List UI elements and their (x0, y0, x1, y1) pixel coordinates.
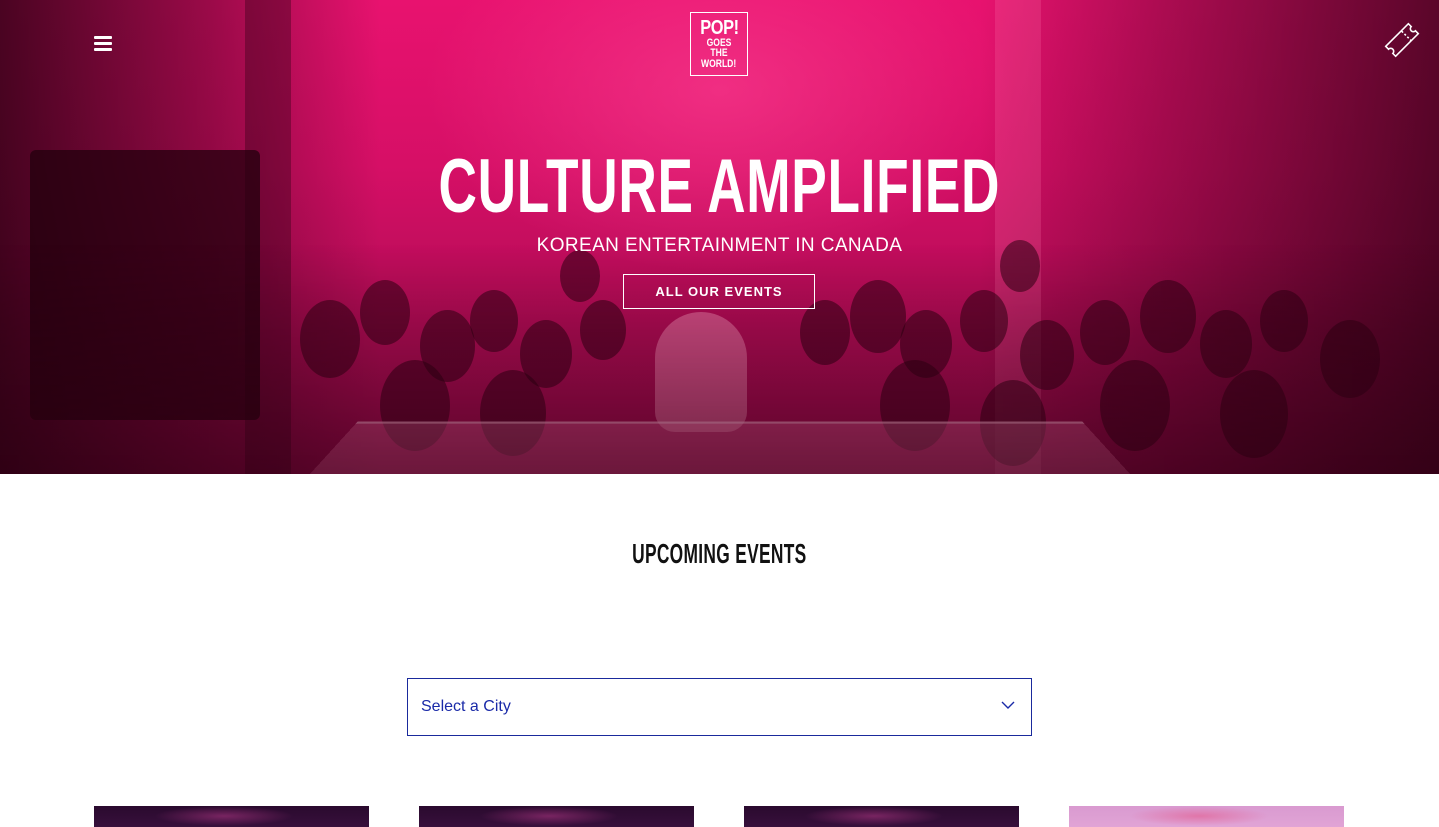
chevron-down-icon (1001, 701, 1015, 709)
logo-text-line2: GOES THE (706, 36, 732, 60)
event-card-image (154, 806, 294, 826)
event-card[interactable] (744, 806, 1019, 827)
all-events-button[interactable]: ALL OUR EVENTS (623, 274, 815, 309)
logo-text-line1: POP! (699, 16, 739, 39)
event-card-image (804, 806, 944, 826)
hamburger-menu-icon[interactable] (94, 36, 112, 51)
ticket-icon[interactable] (1380, 18, 1424, 62)
event-card-image (479, 806, 619, 826)
city-select-dropdown[interactable]: Select a City (407, 678, 1032, 736)
upcoming-events-title: UPCOMING EVENTS (632, 538, 807, 569)
city-select-value: Select a City (421, 698, 511, 715)
event-card-image (1129, 806, 1269, 826)
logo-text-line3: WORLD! (701, 57, 737, 70)
event-card[interactable] (94, 806, 369, 827)
event-card[interactable] (1069, 806, 1344, 827)
hero-title: CULTURE AMPLIFIED (438, 144, 1001, 229)
event-card[interactable] (419, 806, 694, 827)
hero-subtitle: KOREAN ENTERTAINMENT IN CANADA (536, 235, 903, 256)
hero-section: POP! GOES THE WORLD! CULTURE AMPLIFIED K… (0, 0, 1439, 474)
site-logo[interactable]: POP! GOES THE WORLD! (690, 12, 748, 76)
